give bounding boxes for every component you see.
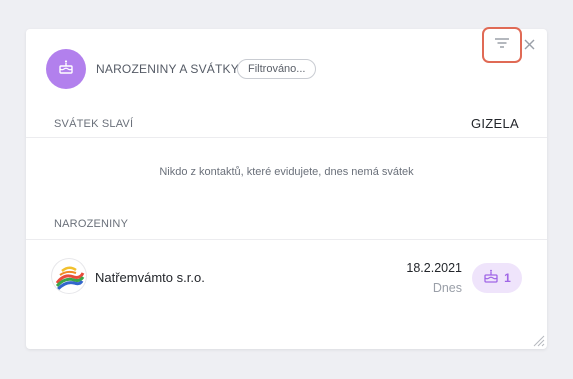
close-button[interactable]: [522, 39, 536, 53]
divider: [26, 239, 547, 240]
birthday-badge-button[interactable]: 1: [472, 263, 522, 293]
birthdays-section-label: NAROZENINY: [54, 218, 129, 230]
birthday-list-item[interactable]: Natřemvámto s.r.o. 18.2.2021 Dnes 1: [26, 251, 547, 303]
divider: [26, 137, 547, 138]
birthday-count: 1: [504, 271, 511, 285]
filter-icon: [494, 36, 510, 54]
nameday-name: GIZELA: [470, 116, 519, 131]
contact-avatar: [52, 259, 86, 293]
contact-name[interactable]: Natřemvámto s.r.o.: [95, 270, 205, 285]
widget-title: NAROZENINY A SVÁTKY: [96, 62, 239, 76]
cake-icon: [57, 58, 75, 81]
filter-button[interactable]: [482, 27, 522, 63]
cake-icon: [483, 268, 499, 289]
widget-avatar: [46, 49, 86, 89]
resize-handle-icon[interactable]: [531, 333, 545, 347]
birthdays-namedays-widget: NAROZENINY A SVÁTKY Filtrováno... SVÁTEK…: [26, 27, 547, 349]
nameday-empty-message: Nikdo z kontaktů, které evidujete, dnes …: [159, 166, 414, 178]
filter-status-pill[interactable]: Filtrováno...: [237, 59, 317, 79]
nameday-section-label: SVÁTEK SLAVÍ: [54, 118, 134, 130]
close-icon: [524, 37, 535, 55]
birthday-date: 18.2.2021: [406, 261, 462, 275]
birthday-relative-day: Dnes: [432, 281, 462, 295]
